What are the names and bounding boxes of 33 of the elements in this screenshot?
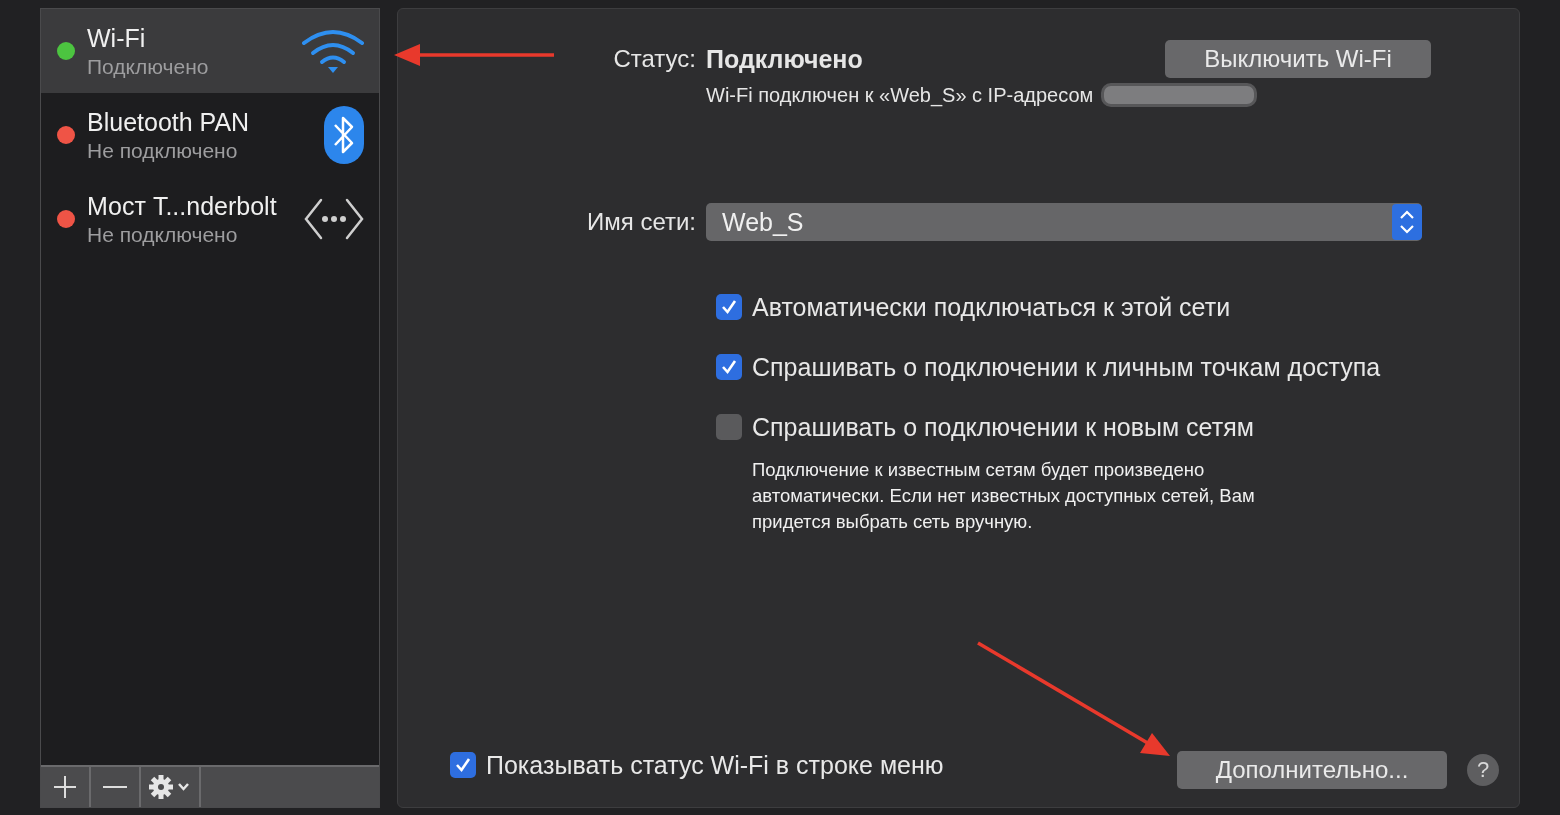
network-service-item[interactable]: Мост T...nderbolt Не подключено bbox=[41, 177, 379, 261]
network-service-item[interactable]: Bluetooth PAN Не подключено bbox=[41, 93, 379, 177]
service-name: Bluetooth PAN bbox=[87, 107, 251, 137]
connection-detail: Wi-Fi подключен к «Web_S» с IP-адресом bbox=[706, 83, 1094, 107]
service-name: Мост T...nderbolt bbox=[87, 191, 278, 221]
checkbox[interactable] bbox=[716, 294, 742, 320]
checkbox-label: Показывать статус Wi-Fi в строке меню bbox=[486, 750, 944, 780]
bluetooth-icon bbox=[323, 105, 365, 165]
minus-icon bbox=[103, 785, 127, 789]
checkbox-label: Автоматически подключаться к этой сети bbox=[752, 292, 1231, 322]
service-status: Подключено bbox=[87, 54, 210, 79]
service-status: Не подключено bbox=[87, 138, 239, 163]
service-status: Не подключено bbox=[87, 222, 239, 247]
advanced-button[interactable]: Дополнительно... bbox=[1177, 751, 1447, 789]
turn-off-wifi-button[interactable]: Выключить Wi-Fi bbox=[1165, 40, 1431, 78]
checkbox[interactable] bbox=[716, 354, 742, 380]
checkbox-label: Спрашивать о подключении к новым сетям bbox=[752, 412, 1254, 442]
network-name-label: Имя сети: bbox=[586, 208, 696, 235]
updown-chevron-icon bbox=[1392, 204, 1422, 240]
network-name-dropdown[interactable]: Web_S bbox=[706, 203, 1422, 241]
status-value: Подключено bbox=[706, 44, 863, 74]
network-service-item[interactable]: Wi-Fi Подключено bbox=[41, 9, 379, 93]
status-label: Статус: bbox=[613, 45, 696, 72]
help-button[interactable]: ? bbox=[1467, 754, 1499, 786]
connection-arrows-icon bbox=[303, 197, 365, 241]
checkbox-label: Спрашивать о подключении к личным точкам доступа bbox=[752, 352, 1381, 382]
wifi-icon bbox=[301, 27, 365, 75]
service-name: Wi-Fi bbox=[87, 23, 147, 53]
help-note: Подключение к известным сетям будет произведено автоматически. Если нет известных доступных сетей, Вам придется выбрать сеть вручную. bbox=[752, 458, 1256, 534]
gear-icon bbox=[148, 774, 192, 800]
plus-icon bbox=[53, 775, 77, 799]
checkbox[interactable] bbox=[450, 752, 476, 778]
checkbox[interactable] bbox=[716, 414, 742, 440]
